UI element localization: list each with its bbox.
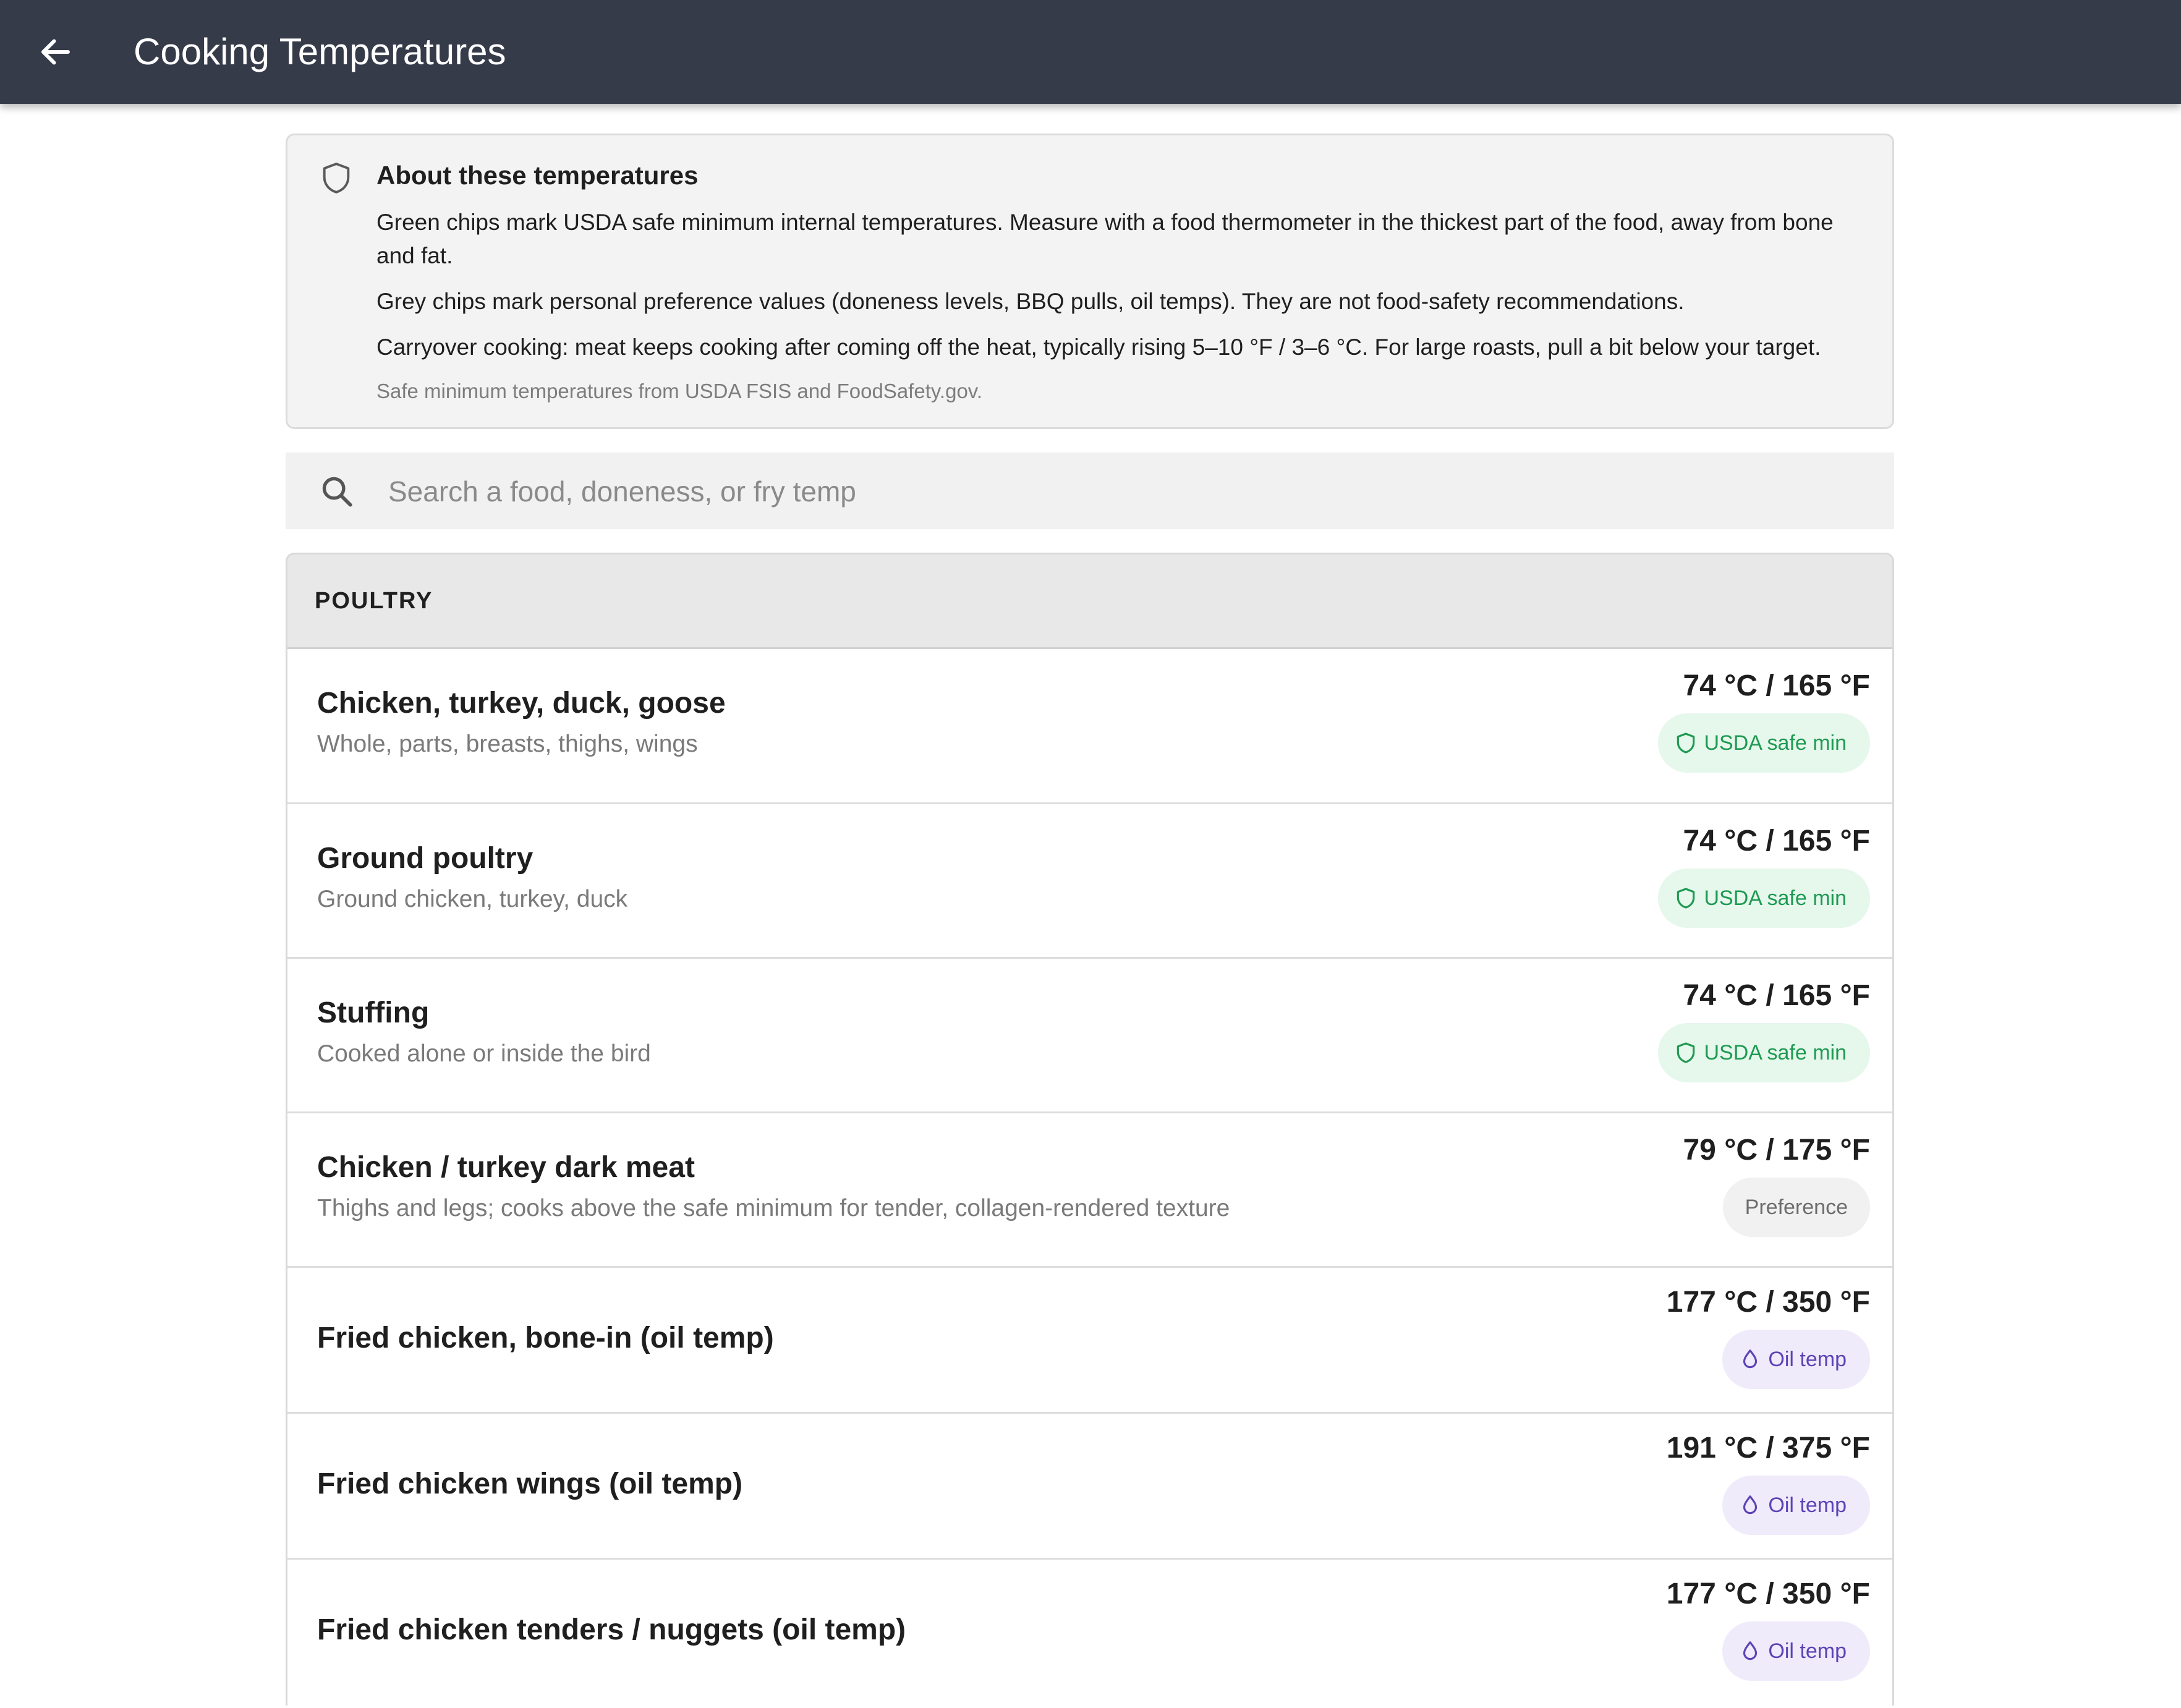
row-temp: 74 °C / 165 °F USDA safe min <box>1658 823 1870 928</box>
item-description: Whole, parts, breasts, thighs, wings <box>317 731 698 758</box>
row-text: Fried chicken, bone-in (oil temp) <box>317 1320 774 1357</box>
chip-label: USDA safe min <box>1704 886 1847 910</box>
item-name: Chicken, turkey, duck, goose <box>317 687 726 720</box>
temperature-value: 177 °C / 350 °F <box>1666 1286 1870 1319</box>
section-header: POULTRY <box>287 554 1892 650</box>
drop-icon <box>1743 1641 1758 1660</box>
main-content: About these temperatures Green chips mar… <box>286 134 1894 1706</box>
usda-safe-min-chip: USDA safe min <box>1658 1023 1870 1083</box>
shield-icon <box>1677 733 1695 754</box>
drop-icon <box>1743 1349 1758 1369</box>
chip-label: Oil temp <box>1768 1639 1847 1663</box>
search-input[interactable] <box>387 452 1861 531</box>
page-title: Cooking Temperatures <box>134 31 506 72</box>
oil-temp-chip: Oil temp <box>1722 1621 1870 1681</box>
row-text: Chicken / turkey dark meat Thighs and le… <box>317 1149 1230 1225</box>
list-item[interactable]: Chicken, turkey, duck, goose Whole, part… <box>287 649 1892 805</box>
row-temp: 74 °C / 165 °F USDA safe min <box>1658 977 1870 1083</box>
temperature-value: 74 °C / 165 °F <box>1683 669 1870 703</box>
item-description: Ground chicken, turkey, duck <box>317 886 628 913</box>
list-item[interactable]: Stuffing Cooked alone or inside the bird… <box>287 959 1892 1114</box>
list-item[interactable]: Fried chicken, bone-in (oil temp) 177 °C… <box>287 1268 1892 1414</box>
oil-temp-chip: Oil temp <box>1722 1476 1870 1536</box>
row-temp: 74 °C / 165 °F USDA safe min <box>1658 668 1870 773</box>
row-temp: 177 °C / 350 °F Oil temp <box>1667 1576 1870 1681</box>
info-paragraph: Grey chips mark personal preference valu… <box>376 289 1685 315</box>
shield-icon <box>1677 888 1695 909</box>
item-name: Chicken / turkey dark meat <box>317 1151 695 1184</box>
shield-icon <box>1677 1042 1695 1064</box>
info-source: Safe minimum temperatures from USDA FSIS… <box>376 380 983 403</box>
list-item[interactable]: Fried chicken tenders / nuggets (oil tem… <box>287 1560 1892 1706</box>
shield-icon <box>323 163 350 193</box>
drop-icon <box>1743 1495 1758 1515</box>
row-text: Fried chicken wings (oil temp) <box>317 1466 742 1503</box>
row-temp: 177 °C / 350 °F Oil temp <box>1666 1284 1870 1390</box>
row-temp: 79 °C / 175 °F Preference <box>1683 1132 1870 1238</box>
usda-safe-min-chip: USDA safe min <box>1658 869 1870 928</box>
temperature-value: 79 °C / 175 °F <box>1683 1134 1870 1167</box>
back-button[interactable] <box>25 21 87 83</box>
item-name: Fried chicken tenders / nuggets (oil tem… <box>317 1613 906 1647</box>
item-description: Cooked alone or inside the bird <box>317 1040 651 1068</box>
info-card: About these temperatures Green chips mar… <box>286 134 1894 430</box>
chip-label: Oil temp <box>1768 1493 1847 1517</box>
chip-label: USDA safe min <box>1704 1040 1847 1064</box>
item-name: Fried chicken wings (oil temp) <box>317 1468 743 1501</box>
row-text: Chicken, turkey, duck, goose Whole, part… <box>317 685 726 760</box>
temperature-value: 74 °C / 165 °F <box>1683 979 1870 1013</box>
row-text: Stuffing Cooked alone or inside the bird <box>317 995 651 1070</box>
row-text: Fried chicken tenders / nuggets (oil tem… <box>317 1612 906 1649</box>
info-paragraph: Green chips mark USDA safe minimum inter… <box>376 210 1834 269</box>
info-title: About these temperatures <box>376 161 699 190</box>
usda-safe-min-chip: USDA safe min <box>1658 713 1870 773</box>
temperature-value: 191 °C / 375 °F <box>1666 1432 1870 1465</box>
info-paragraph: Carryover cooking: meat keeps cooking af… <box>376 334 1821 360</box>
temperature-value: 74 °C / 165 °F <box>1683 825 1870 858</box>
list-item[interactable]: Ground poultry Ground chicken, turkey, d… <box>287 804 1892 959</box>
item-name: Fried chicken, bone-in (oil temp) <box>317 1322 774 1355</box>
chip-label: Preference <box>1745 1195 1848 1219</box>
list-item[interactable]: Chicken / turkey dark meat Thighs and le… <box>287 1113 1892 1268</box>
chip-label: USDA safe min <box>1704 731 1847 755</box>
row-text: Ground poultry Ground chicken, turkey, d… <box>317 840 627 916</box>
app-bar: Cooking Temperatures <box>0 0 2181 104</box>
item-name: Stuffing <box>317 996 430 1030</box>
item-description: Thighs and legs; cooks above the safe mi… <box>317 1195 1230 1222</box>
item-name: Ground poultry <box>317 842 534 875</box>
chip-label: Oil temp <box>1768 1347 1847 1371</box>
search-bar[interactable] <box>286 452 1894 531</box>
row-temp: 191 °C / 375 °F Oil temp <box>1666 1430 1870 1536</box>
category-section-poultry: POULTRY Chicken, turkey, duck, goose Who… <box>286 553 1894 1706</box>
search-icon <box>322 477 352 508</box>
temperature-value: 177 °C / 350 °F <box>1666 1578 1870 1611</box>
oil-temp-chip: Oil temp <box>1722 1330 1870 1390</box>
preference-chip: Preference <box>1722 1178 1870 1238</box>
arrow-left-icon <box>41 39 70 65</box>
list-item[interactable]: Fried chicken wings (oil temp) 191 °C / … <box>287 1414 1892 1560</box>
